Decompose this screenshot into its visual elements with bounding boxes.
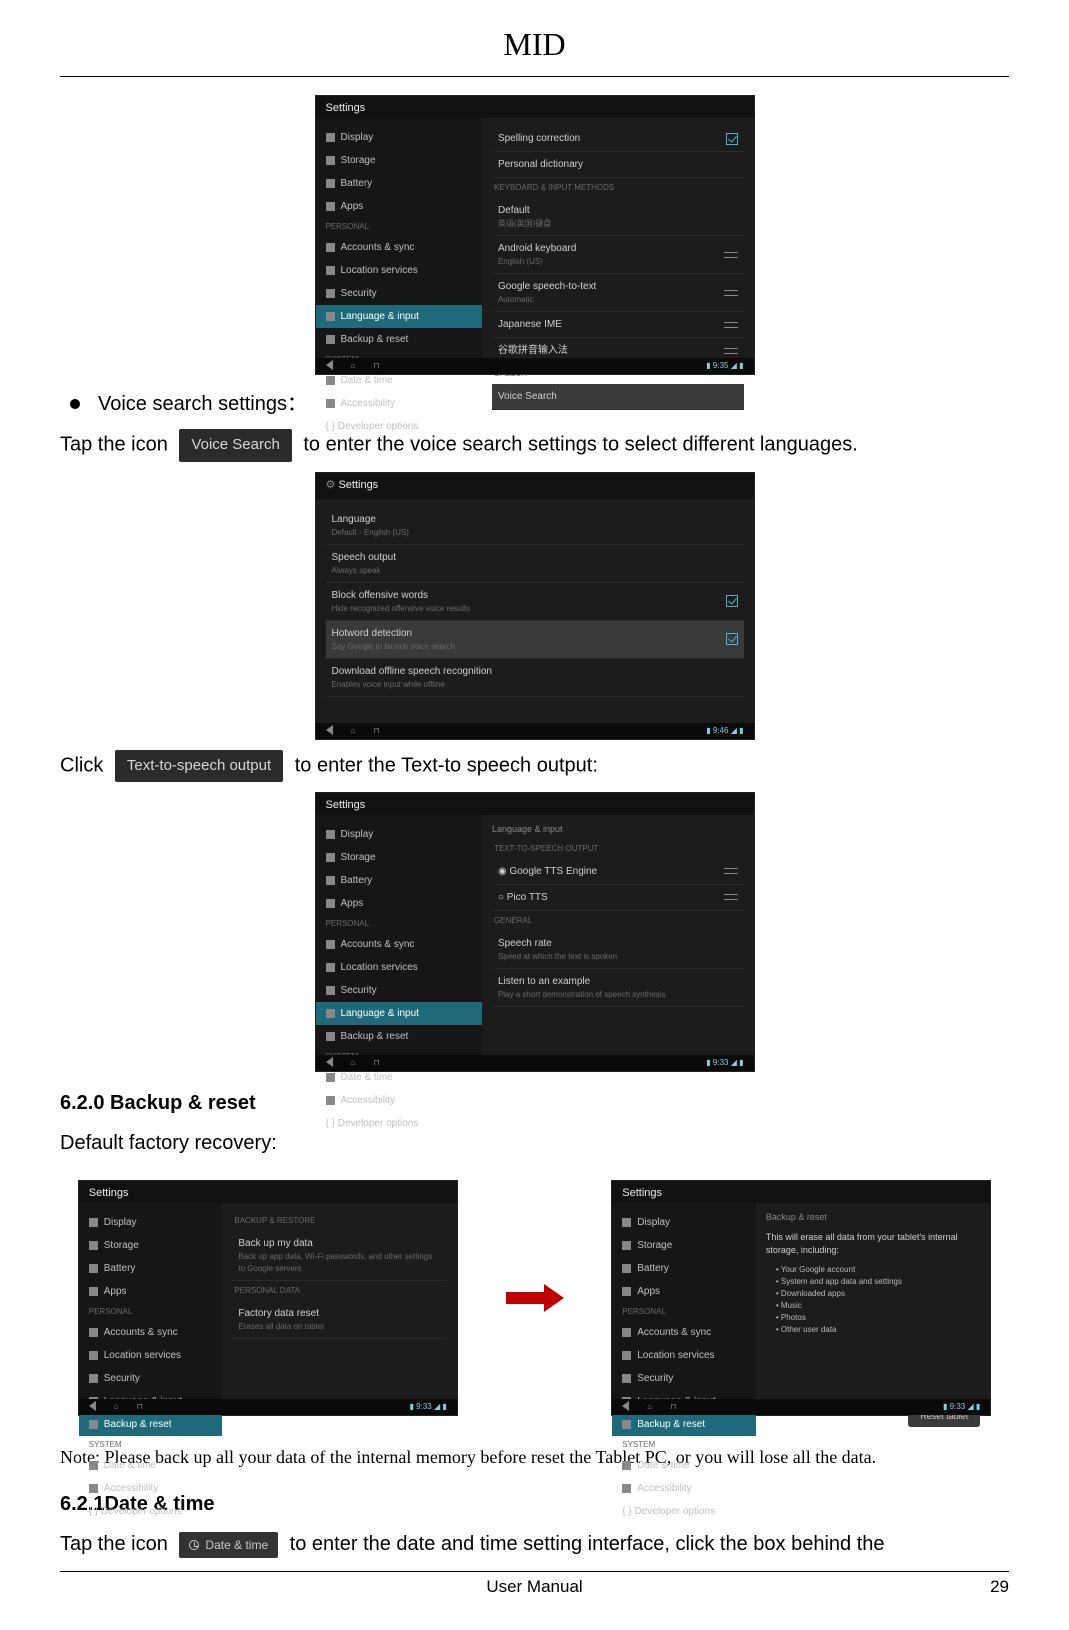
screenshot-backup-reset-2: Settings Display Storage Battery Apps PE…: [611, 1180, 991, 1416]
heading-backup-reset: 6.2.0 Backup & reset: [60, 1088, 1009, 1118]
screenshot-voice-settings: ⚙ Settings LanguageDefault - English (US…: [315, 472, 755, 740]
divider-bottom: [60, 1571, 1009, 1572]
bullet-text: Voice search settings：: [98, 389, 307, 419]
screenshot-backup-reset-1: Settings Display Storage Battery Apps PE…: [78, 1180, 458, 1416]
page-title: MID: [60, 20, 1009, 68]
screenshot-title: Settings: [326, 100, 366, 117]
para-voice-search: Tap the icon Voice Search to enter the v…: [60, 429, 1009, 462]
arrow-right-icon: [506, 1287, 564, 1309]
screenshot-tts-output: Settings Display Storage Battery Apps PE…: [315, 792, 755, 1072]
page-number: 29: [969, 1574, 1009, 1600]
footer-label: User Manual: [100, 1574, 969, 1600]
date-time-button: Date & time: [179, 1532, 278, 1558]
footer: User Manual 29: [60, 1574, 1009, 1600]
screenshot-language-input: Settings Display Storage Battery Apps PE…: [315, 95, 755, 375]
screenshot-title: Settings: [326, 797, 366, 814]
divider-top: [60, 76, 1009, 77]
para-factory-recovery: Default factory recovery:: [60, 1128, 1009, 1158]
voice-search-button: Voice Search: [179, 429, 291, 462]
screenshot-title: ⚙ Settings: [326, 477, 379, 494]
backup-reset-flow: Settings Display Storage Battery Apps PE…: [60, 1170, 1009, 1426]
para-date-time: Tap the icon Date & time to enter the da…: [60, 1529, 1009, 1559]
clock-icon: [189, 1540, 199, 1550]
bullet-icon: [70, 399, 80, 409]
settings-sidebar: Display Storage Battery Apps PERSONAL Ac…: [316, 118, 482, 374]
settings-main: Spelling correction Personal dictionary …: [482, 118, 754, 374]
text-to-speech-button: Text-to-speech output: [115, 750, 283, 783]
para-tts: Click Text-to-speech output to enter the…: [60, 750, 1009, 783]
